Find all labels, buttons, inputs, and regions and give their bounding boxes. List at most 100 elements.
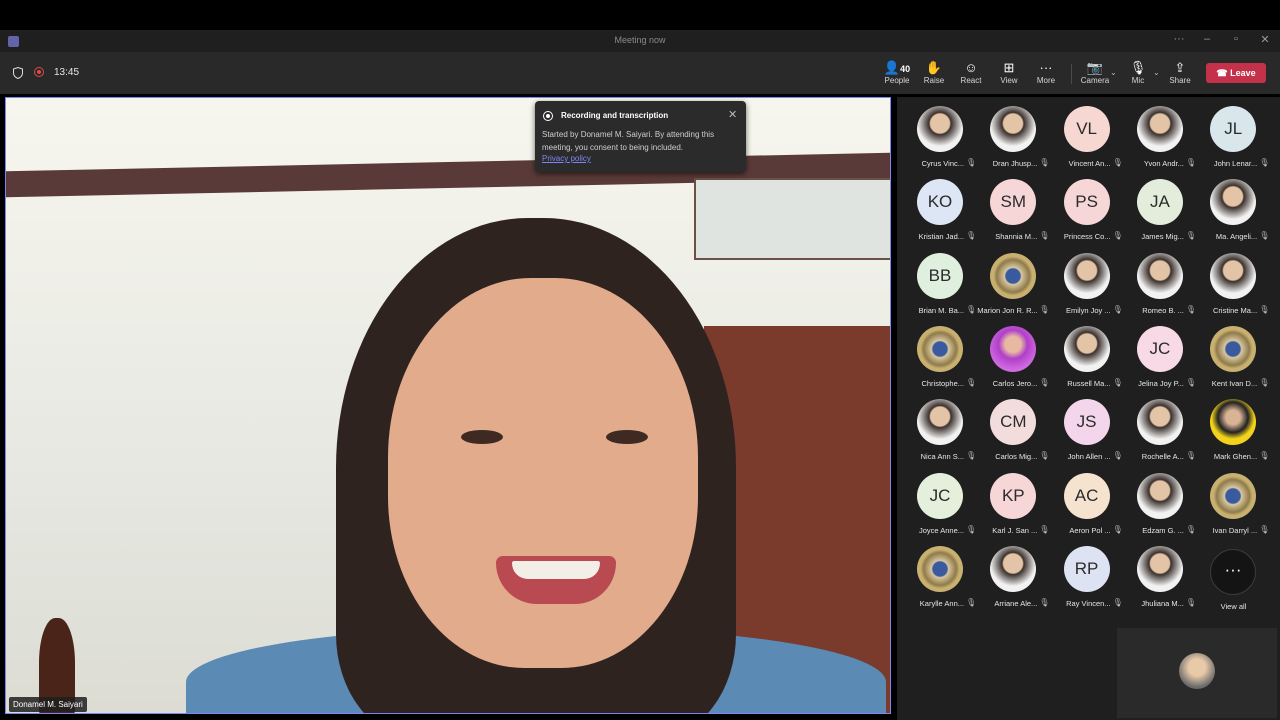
minimize-icon[interactable]: – [1197, 33, 1217, 45]
participant-tile[interactable]: Jhuliana M... 🎙 [1124, 545, 1197, 616]
self-avatar [1179, 653, 1215, 689]
mic-off-icon: 🎙 [1039, 524, 1050, 534]
phone-icon: ☎ [1216, 68, 1231, 78]
participant-name: Kent Ivan D... [1211, 378, 1258, 388]
participant-tile[interactable]: Kent Ivan D... 🎙 [1197, 325, 1270, 396]
more-options-icon[interactable]: ··· [1169, 33, 1189, 45]
raise-hand-icon: ✋ [925, 60, 943, 75]
participant-name: Ray Vincen... [1066, 598, 1111, 608]
raise-button[interactable]: ✋ Raise [916, 59, 952, 89]
participant-tile[interactable]: KO Kristian Jad... 🎙 [904, 179, 977, 249]
participant-tile[interactable]: Cristine Ma... 🎙 [1197, 252, 1270, 323]
notification-title: Recording and transcription [561, 111, 669, 120]
mic-off-icon: 🎙 [1185, 231, 1197, 241]
recording-indicator-icon [543, 111, 553, 121]
participant-name: Dran Jhusp... [992, 159, 1038, 168]
participant-tile[interactable]: JL John Lenar... 🎙 [1197, 106, 1270, 176]
participant-avatar [1063, 252, 1110, 299]
participant-tile[interactable]: Dran Jhusp... 🎙 [977, 106, 1050, 176]
participant-avatar: JL [1210, 106, 1257, 152]
participant-avatar [1210, 179, 1257, 226]
react-button[interactable]: ☺ React [953, 59, 989, 89]
main-video-stage[interactable] [5, 97, 891, 714]
react-label: React [960, 76, 982, 85]
participant-tile[interactable]: Mark Ghen... 🎙 [1197, 399, 1270, 469]
participant-avatar: KO [917, 179, 963, 226]
participant-avatar [917, 106, 963, 152]
mic-off-icon: 🎙 [1185, 524, 1197, 534]
view-button[interactable]: ⊞ View [991, 59, 1027, 89]
participant-tile[interactable]: Yvon Andr... 🎙 [1124, 106, 1197, 176]
close-icon[interactable]: ✕ [728, 108, 737, 121]
participant-avatar [917, 325, 963, 372]
participant-tile[interactable]: Rochelle A... 🎙 [1124, 399, 1197, 469]
mic-off-icon: 🎙 [966, 377, 977, 387]
participant-avatar: AC [1063, 472, 1110, 519]
self-view-tile[interactable] [1117, 628, 1277, 718]
participant-tile[interactable]: Romeo B. ... 🎙 [1124, 252, 1197, 323]
participant-tile[interactable]: VL Vincent An... 🎙 [1051, 106, 1124, 176]
participant-tile[interactable]: PS Princess Co... 🎙 [1051, 179, 1124, 249]
leave-button[interactable]: ☎ Leave [1206, 63, 1266, 83]
participant-avatar: VL [1063, 106, 1110, 152]
participant-tile[interactable]: AC Aeron Pol ... 🎙 [1051, 472, 1124, 543]
mic-off-icon: 🎙 [1259, 158, 1270, 167]
participant-tile[interactable]: Cyrus Vinc... 🎙 [904, 106, 977, 176]
participant-tile[interactable]: Christophe... 🎙 [904, 325, 977, 396]
participant-tile[interactable]: RP Ray Vincen... 🎙 [1051, 545, 1124, 616]
participant-tile[interactable]: BB Brian M. Ba... 🎙 [904, 252, 977, 323]
more-button[interactable]: ··· More [1028, 59, 1064, 89]
people-button[interactable]: 👤40 People [879, 59, 915, 89]
participant-tile[interactable]: KP Karl J. San ... 🎙 [977, 472, 1050, 543]
view-all-button[interactable]: ··· View all [1197, 549, 1270, 619]
mic-off-icon: 🎙 [966, 524, 977, 534]
share-button[interactable]: ⇪ Share [1162, 59, 1198, 89]
mic-off-icon: 🎙 [966, 597, 977, 607]
participant-tile[interactable]: SM Shannia M... 🎙 [977, 179, 1050, 249]
participant-tile[interactable]: JA James Mig... 🎙 [1124, 179, 1197, 249]
participant-avatar [990, 545, 1037, 592]
camera-button[interactable]: 📷 Camera [1077, 59, 1113, 89]
participant-name: Karl J. San ... [992, 525, 1038, 535]
mic-off-icon: 🎙 [1039, 377, 1050, 387]
speaker-right-eye [606, 430, 648, 444]
participant-avatar: SM [990, 179, 1037, 226]
restore-icon[interactable]: ▫ [1226, 33, 1246, 45]
participant-tile[interactable]: Emilyn Joy ... 🎙 [1051, 252, 1124, 323]
participant-tile[interactable]: Marion Jon R. R... 🎙 [977, 252, 1050, 323]
mic-button[interactable]: 🎙 Mic [1120, 59, 1156, 89]
shield-icon [13, 67, 23, 79]
participant-tile[interactable]: Karylle Ann... 🎙 [904, 545, 977, 616]
people-count: 40 [900, 64, 911, 74]
participant-tile[interactable]: Ivan Darryl ... 🎙 [1197, 472, 1270, 543]
participant-name: Cyrus Vinc... [921, 159, 964, 168]
participant-tile[interactable]: Nica Ann S... 🎙 [904, 399, 977, 469]
participant-tile[interactable]: Carlos Jero... 🎙 [977, 325, 1050, 396]
participant-avatar [1210, 325, 1257, 372]
mic-options-chevron-icon[interactable]: ⌄ [1153, 68, 1160, 77]
mic-off-icon: 🎙 [1185, 304, 1197, 314]
speaker-face [388, 278, 698, 668]
participant-tile[interactable]: Edzam G. ... 🎙 [1124, 472, 1197, 543]
mic-off-icon: 🎙 [1259, 524, 1270, 534]
participant-avatar [1136, 106, 1183, 152]
participant-tile[interactable]: Ma. Angeli... 🎙 [1197, 179, 1270, 249]
participant-name: Marion Jon R. R... [977, 305, 1038, 315]
close-icon[interactable]: ✕ [1255, 33, 1275, 46]
mic-off-icon: 🎙 [966, 158, 977, 167]
participant-tile[interactable]: Russell Ma... 🎙 [1051, 325, 1124, 396]
participant-tile[interactable]: CM Carlos Mig... 🎙 [977, 399, 1050, 469]
participant-name: Edzam G. ... [1142, 525, 1184, 535]
privacy-policy-link[interactable]: Privacy policy [542, 154, 591, 163]
participant-tile[interactable]: JC Joyce Anne... 🎙 [904, 472, 977, 543]
mic-off-icon: 🎙 [1129, 60, 1147, 75]
participant-name: Jelina Joy P... [1138, 378, 1184, 388]
speaker-teeth [512, 561, 600, 579]
meeting-timer: 13:45 [54, 67, 80, 78]
participant-tile[interactable]: JS John Allen ... 🎙 [1051, 399, 1124, 469]
mic-off-icon: 🎙 [966, 451, 977, 461]
speaker-left-eye [461, 430, 503, 444]
participant-tile[interactable]: JC Jelina Joy P... 🎙 [1124, 325, 1197, 396]
participant-tile[interactable]: Arriane Ale... 🎙 [977, 545, 1050, 616]
camera-options-chevron-icon[interactable]: ⌄ [1110, 68, 1117, 77]
